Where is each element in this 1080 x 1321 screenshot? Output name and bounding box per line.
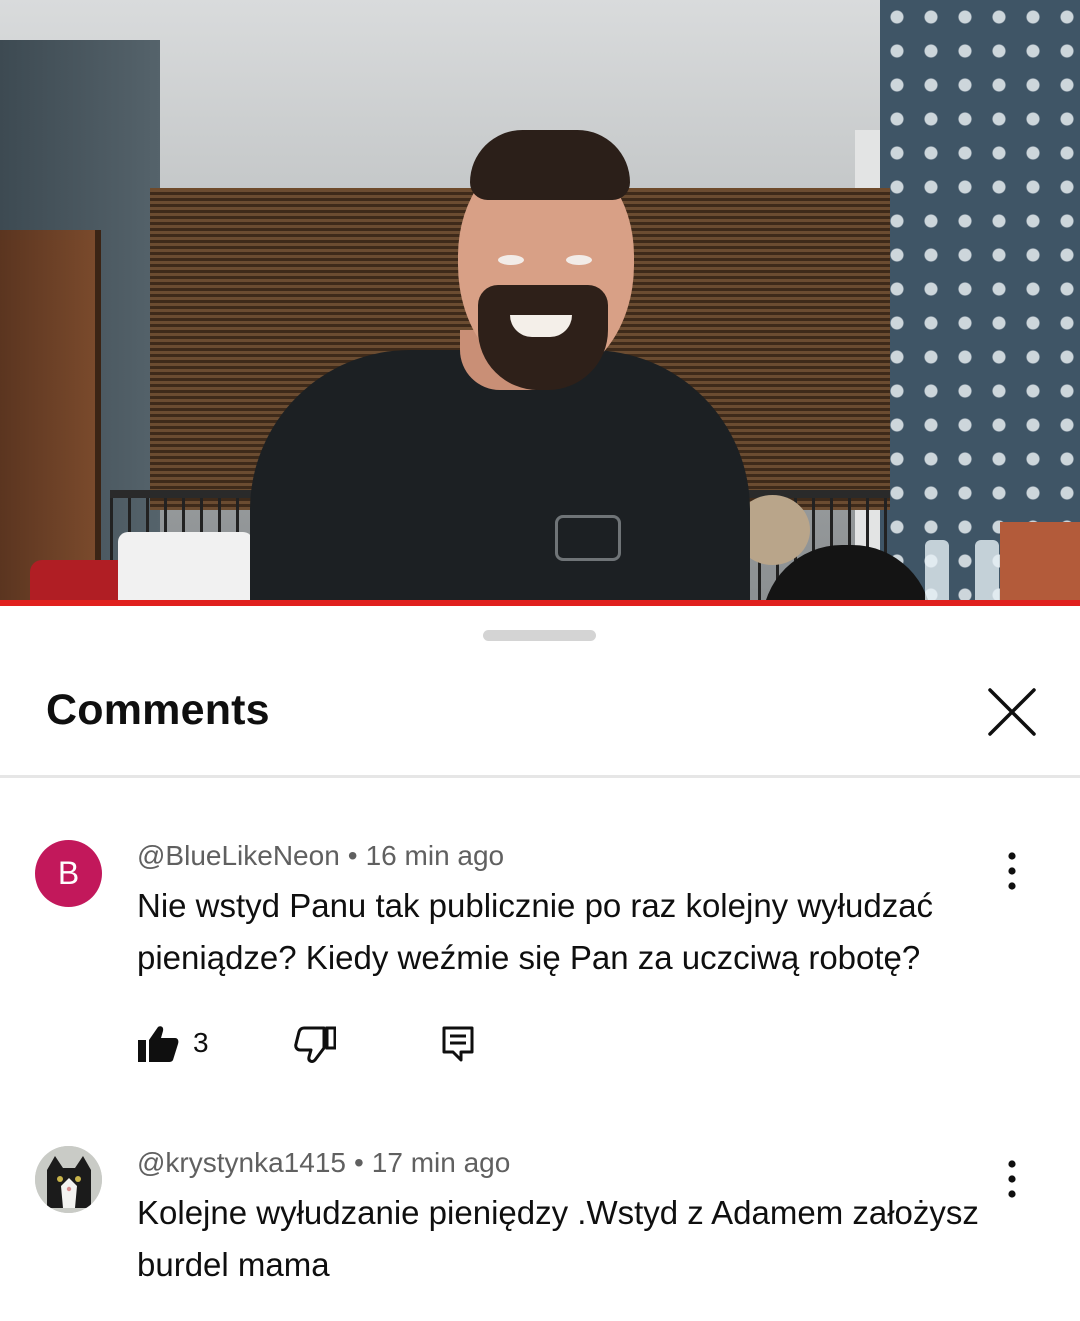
meta-separator: • (353, 1147, 364, 1178)
reply-icon (442, 1026, 474, 1062)
video-door (0, 230, 101, 600)
header-divider (0, 775, 1080, 778)
close-icon (988, 688, 1036, 736)
panel-title: Comments (46, 686, 270, 734)
reply-button[interactable] (441, 1024, 475, 1064)
more-vert-icon (1008, 852, 1016, 890)
comment-text: Nie wstyd Panu tak publicznie po raz kol… (137, 887, 934, 976)
comments-panel: Comments B @BlueLikeNeon • 16 min ago Nie … (0, 606, 1080, 1321)
comment-menu-button[interactable] (997, 851, 1027, 891)
cat-avatar-icon (35, 1146, 102, 1213)
video-player[interactable] (0, 0, 1080, 606)
comment-menu-button[interactable] (997, 1159, 1027, 1199)
thumb-down-icon (294, 1026, 337, 1063)
dislike-button[interactable] (294, 1024, 337, 1064)
video-person-eye (566, 255, 592, 265)
video-patterned-wall (880, 0, 1080, 606)
video-bottle (975, 540, 999, 604)
like-button[interactable]: 3 (137, 1024, 247, 1064)
thumb-up-filled-icon (138, 1026, 179, 1062)
video-white-pillow (118, 532, 253, 606)
comment-time: 16 min ago (365, 840, 505, 871)
drag-handle[interactable] (483, 630, 596, 641)
avatar[interactable] (35, 1146, 102, 1213)
video-shopping-bag (1000, 522, 1080, 606)
comment-author[interactable]: @BlueLikeNeon (137, 840, 340, 871)
video-shirt-logo (555, 515, 621, 561)
comment-time: 17 min ago (371, 1147, 511, 1178)
comment-text: Kolejne wyłudzanie pieniędzy .Wstyd z Ad… (137, 1194, 979, 1283)
comment-meta: @BlueLikeNeon • 16 min ago (137, 840, 504, 872)
avatar[interactable]: B (35, 840, 102, 907)
more-vert-icon (1008, 1160, 1016, 1198)
close-button[interactable] (984, 684, 1040, 740)
video-person-beard (478, 285, 608, 390)
like-count: 3 (193, 1027, 209, 1058)
video-bottle (925, 540, 949, 604)
video-person-eye (498, 255, 524, 265)
meta-separator: • (347, 840, 358, 871)
video-person-hair (470, 130, 630, 200)
comment-meta: @krystynka1415 • 17 min ago (137, 1147, 510, 1179)
comment-author[interactable]: @krystynka1415 (137, 1147, 346, 1178)
